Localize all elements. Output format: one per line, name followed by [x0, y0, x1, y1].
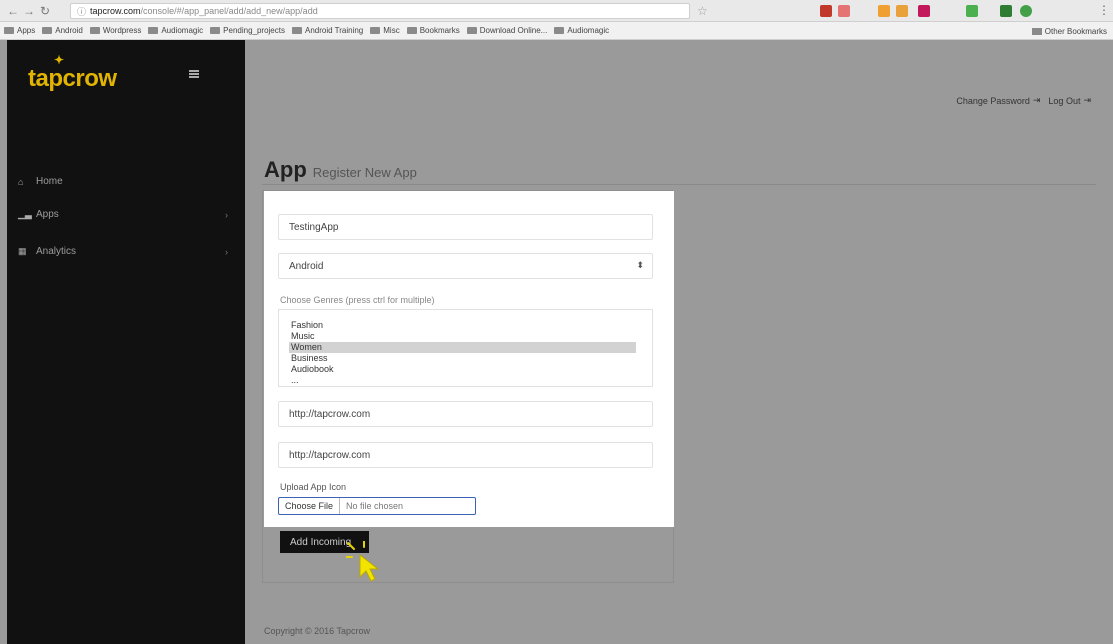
- pointer-cursor-icon: [346, 541, 380, 582]
- bookmark-item[interactable]: Android: [42, 26, 83, 35]
- url-input-2[interactable]: http://tapcrow.com: [278, 442, 653, 468]
- sidebar-item-apps[interactable]: ▁▃ Apps ›: [18, 209, 228, 220]
- chevron-right-icon: ›: [225, 246, 228, 257]
- genre-option-selected[interactable]: Women: [289, 342, 636, 353]
- sidebar-item-label: Apps: [36, 209, 59, 220]
- upload-label: Upload App Icon: [280, 482, 347, 492]
- change-password-link[interactable]: Change Password ⇥: [956, 95, 1040, 106]
- extension-icon[interactable]: [1000, 5, 1012, 17]
- menu-icon[interactable]: ⋮: [1098, 3, 1110, 17]
- grid-icon: ▦: [18, 246, 27, 256]
- folder-icon: [1031, 27, 1042, 35]
- sidebar-item-home[interactable]: ⌂ Home: [18, 176, 228, 187]
- genres-help-text: Choose Genres (press ctrl for multiple): [280, 295, 435, 305]
- bookmark-item[interactable]: Android Training: [291, 26, 363, 35]
- sidebar-item-label: Analytics: [36, 246, 77, 257]
- select-arrow-icon: ⬍: [636, 260, 644, 270]
- page-title: App Register New App: [264, 157, 417, 183]
- footer-copyright: Copyright © 2016 Tapcrow: [264, 626, 371, 636]
- bookmark-item[interactable]: Pending_projects: [210, 26, 285, 35]
- folder-icon: [466, 27, 477, 34]
- chart-icon: ▁▃: [18, 209, 32, 219]
- info-icon: ⓘ: [77, 6, 87, 17]
- app-name-input[interactable]: TestingApp: [278, 214, 653, 240]
- extension-icon[interactable]: [820, 5, 832, 17]
- genre-option[interactable]: Fashion: [279, 320, 652, 331]
- forward-icon[interactable]: →: [22, 4, 36, 18]
- no-file-text: No file chosen: [346, 501, 404, 511]
- platform-select[interactable]: Android ⬍: [278, 253, 653, 279]
- url-input-1[interactable]: http://tapcrow.com: [278, 401, 653, 427]
- folder-icon: [370, 27, 381, 34]
- header-links: Change Password ⇥ Log Out ⇥: [956, 95, 1091, 106]
- extension-icon[interactable]: [966, 5, 978, 17]
- folder-icon: [554, 27, 565, 34]
- extension-icon[interactable]: [878, 5, 890, 17]
- sidebar-item-analytics[interactable]: ▦ Analytics ›: [18, 246, 228, 257]
- bookmark-item[interactable]: Audiomagic: [148, 26, 203, 35]
- log-out-link[interactable]: Log Out ⇥: [1048, 95, 1091, 106]
- genre-option[interactable]: ...: [279, 375, 652, 386]
- register-app-form: TestingApp Android ⬍ Choose Genres (pres…: [264, 191, 674, 527]
- bookmark-item[interactable]: Misc: [370, 26, 400, 35]
- extension-icon[interactable]: [1020, 5, 1032, 17]
- genre-option[interactable]: Music: [279, 331, 652, 342]
- reload-icon[interactable]: ↻: [38, 4, 52, 18]
- url-host: tapcrow.com: [90, 6, 141, 16]
- hamburger-icon[interactable]: [189, 70, 199, 78]
- bookmark-star-icon[interactable]: ☆: [697, 4, 708, 18]
- sign-out-icon: ⇥: [1032, 95, 1041, 105]
- page-subtitle: Register New App: [312, 165, 417, 180]
- genre-option[interactable]: Audiobook: [279, 364, 652, 375]
- address-bar[interactable]: ⓘ tapcrow.com /console/#/app_panel/add/a…: [70, 3, 690, 19]
- extension-icon[interactable]: [838, 5, 850, 17]
- tapcrow-logo[interactable]: ✦ tapcrow: [28, 53, 117, 93]
- sidebar: [7, 40, 245, 644]
- folder-icon: [89, 27, 100, 34]
- url-path: /console/#/app_panel/add/add_new/app/add: [140, 6, 318, 16]
- folder-icon: [406, 27, 417, 34]
- bookmark-item[interactable]: Bookmarks: [406, 26, 460, 35]
- sidebar-item-label: Home: [36, 176, 63, 187]
- folder-icon: [42, 27, 53, 34]
- bookmark-item[interactable]: Apps: [4, 26, 35, 35]
- genres-listbox[interactable]: Fashion Music Women Business Audiobook .…: [278, 309, 653, 387]
- chevron-right-icon: ›: [225, 209, 228, 220]
- extension-icon[interactable]: [918, 5, 930, 17]
- folder-icon: [291, 27, 302, 34]
- back-icon[interactable]: ←: [6, 4, 20, 18]
- choose-file-button[interactable]: Choose File: [279, 498, 341, 514]
- home-icon: ⌂: [18, 176, 24, 187]
- sign-out-icon: ⇥: [1083, 95, 1091, 105]
- file-upload-input[interactable]: Choose File No file chosen: [278, 497, 476, 515]
- folder-icon: [148, 27, 159, 34]
- divider: [262, 184, 1096, 185]
- folder-icon: [4, 27, 14, 34]
- bookmarks-bar: Apps Android Wordpress Audiomagic Pendin…: [0, 22, 1113, 40]
- bookmark-item[interactable]: Audiomagic: [554, 26, 609, 35]
- page-title-main: App: [264, 157, 307, 182]
- extension-icon[interactable]: [896, 5, 908, 17]
- browser-toolbar: ← → ↻ ⓘ tapcrow.com /console/#/app_panel…: [0, 0, 1113, 22]
- other-bookmarks[interactable]: Other Bookmarks: [1031, 22, 1107, 39]
- folder-icon: [210, 27, 221, 34]
- bookmark-item[interactable]: Wordpress: [89, 26, 141, 35]
- genre-option[interactable]: Business: [279, 353, 652, 364]
- bookmark-item[interactable]: Download Online...: [466, 26, 547, 35]
- logo-spark-icon: ✦: [54, 53, 64, 67]
